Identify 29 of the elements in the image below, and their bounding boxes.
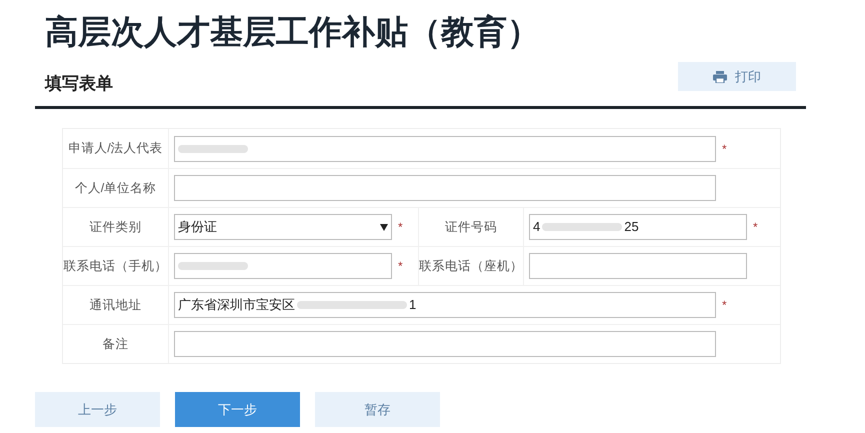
printer-icon [713,70,727,82]
field-label: 通讯地址 [63,286,169,324]
field-label: 个人/单位名称 [63,169,169,207]
field-label: 证件类别 [63,208,169,246]
page-title: 高层次人才基层工作补贴（教育） [44,12,541,52]
input-field[interactable] [174,253,392,279]
input-field[interactable]: 4 25 [529,214,747,240]
step-button[interactable]: 上一步 [35,392,160,427]
input-field[interactable] [529,253,747,279]
input-field[interactable] [174,175,716,201]
field-label: 联系电话（手机） [63,247,169,285]
field-label: 申请人/法人代表 [63,129,169,168]
required-mark: * [753,219,758,236]
field-label: 证件号码 [418,208,524,246]
section-title: 填写表单 [45,72,113,94]
required-mark: * [398,258,403,275]
input-field[interactable]: 广东省深圳市宝安区 1 [174,292,716,318]
select-field[interactable]: 身份证 [174,214,392,240]
input-field[interactable] [174,331,716,357]
step-button[interactable]: 下一步 [175,392,300,427]
step-button[interactable]: 暂存 [315,392,440,427]
required-mark: * [722,140,727,158]
required-mark: * [722,297,727,314]
input-field[interactable] [174,136,716,162]
field-label: 联系电话（座机） [418,247,524,285]
dropdown-arrow-icon [380,224,388,230]
field-label: 备注 [63,325,169,363]
required-mark: * [398,219,403,236]
print-button[interactable]: 打印 [678,62,796,91]
